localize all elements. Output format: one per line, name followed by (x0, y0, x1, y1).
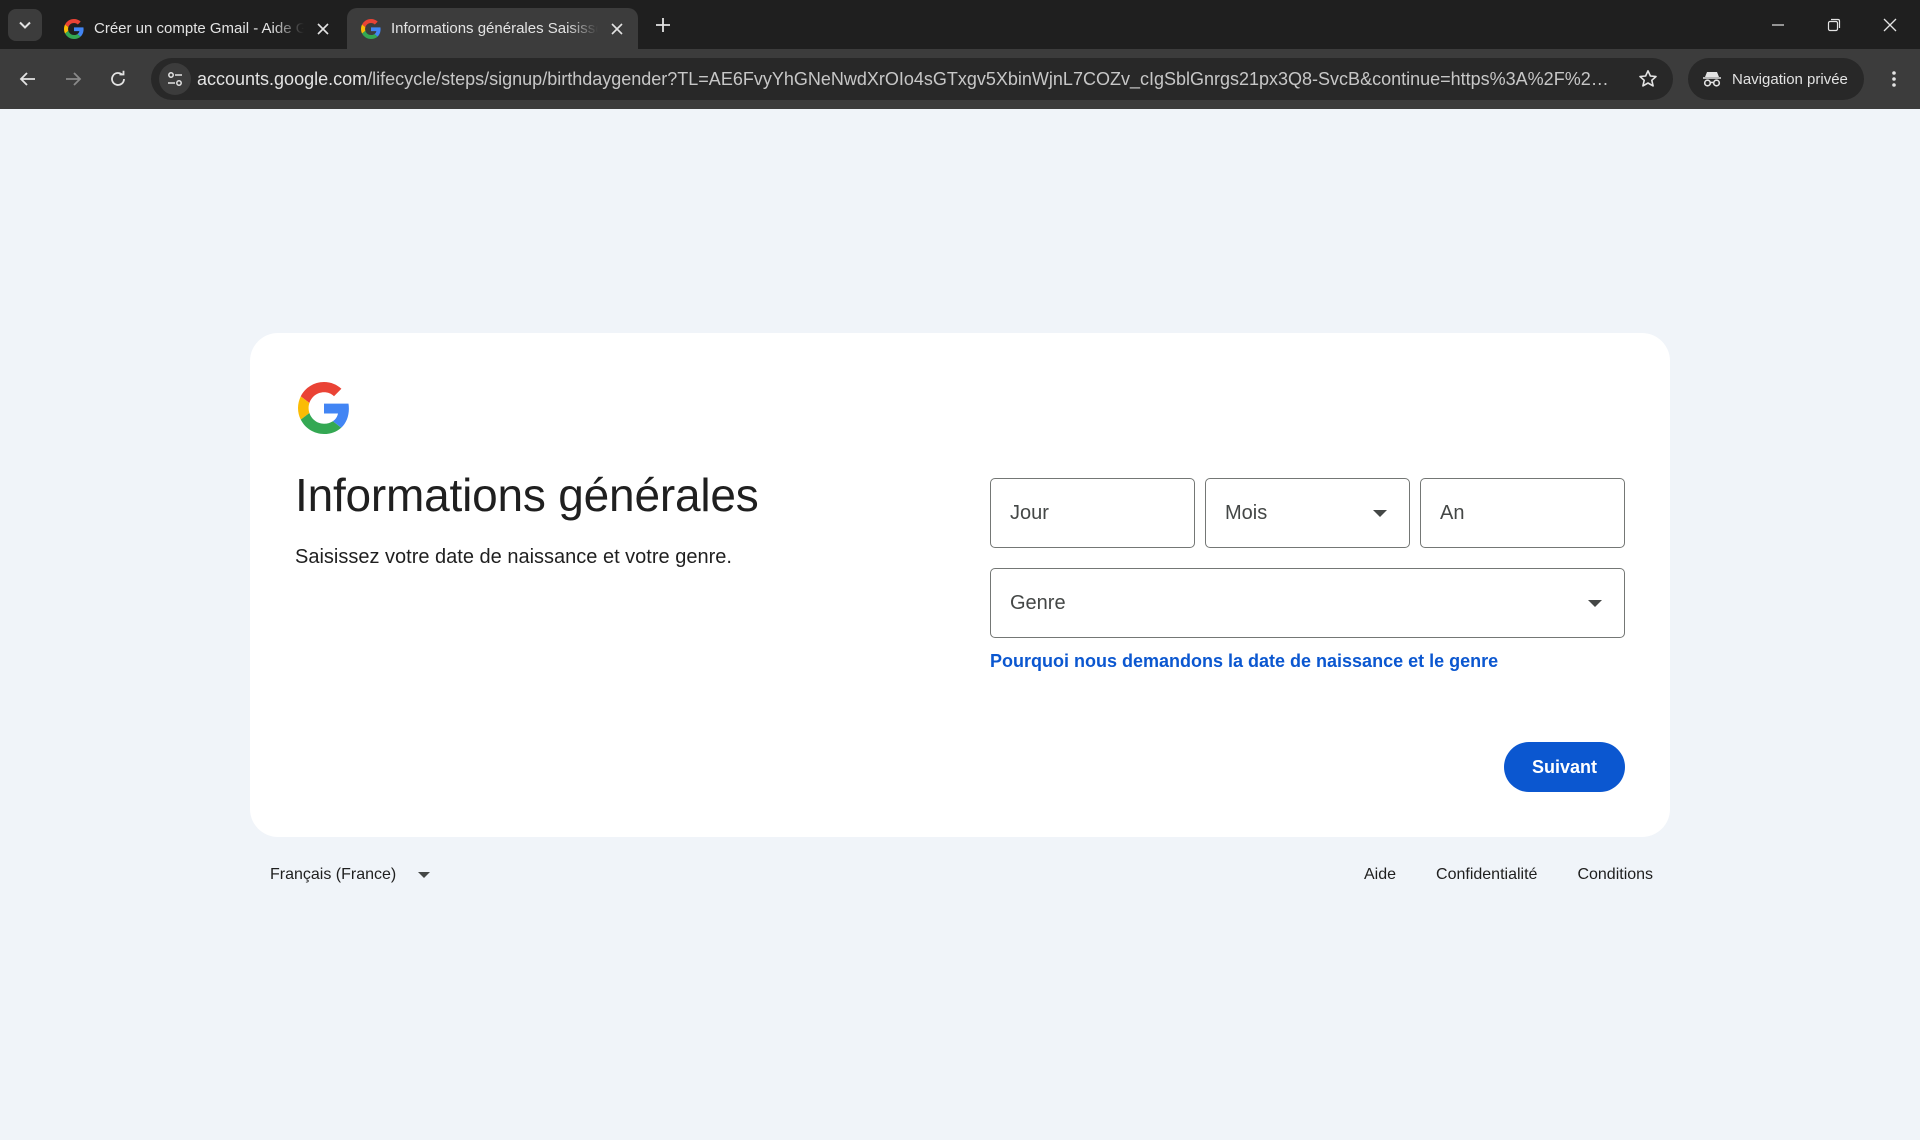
address-bar[interactable]: accounts.google.com/lifecycle/steps/sign… (151, 58, 1673, 100)
chevron-down-icon (19, 21, 31, 29)
reload-icon (111, 70, 125, 86)
forward-button[interactable] (57, 63, 89, 95)
tab-search-button[interactable] (8, 9, 42, 41)
language-label: Français (France) (270, 866, 397, 883)
browser-tab-bar: Créer un compte Gmail - Aide Gmail Infor… (0, 0, 1920, 49)
star-icon (1639, 70, 1657, 87)
dropdown-arrow-icon (1373, 510, 1387, 517)
close-tab-button[interactable] (312, 18, 334, 40)
back-button[interactable] (12, 63, 44, 95)
page-title: Informations générales (295, 469, 759, 521)
back-arrow-icon (19, 72, 35, 86)
tab-birthday-gender[interactable]: Informations générales Saisissez votre d… (347, 8, 638, 49)
google-logo-icon (298, 382, 349, 434)
restore-icon (1827, 18, 1841, 31)
tab-gmail-help[interactable]: Créer un compte Gmail - Aide Gmail (50, 8, 344, 49)
tab-title: Informations générales Saisissez votre d… (391, 20, 598, 37)
footer-links: Aide Confidentialité Conditions (1364, 866, 1693, 884)
month-select[interactable]: Mois (1205, 478, 1410, 548)
url-path: /lifecycle/steps/signup/birthdaygender?T… (367, 69, 1609, 89)
year-input[interactable]: An (1420, 478, 1625, 548)
site-settings-icon (168, 72, 182, 86)
signup-card: Informations générales Saisissez votre d… (250, 333, 1670, 837)
month-label: Mois (1225, 501, 1268, 524)
restore-button[interactable] (1806, 0, 1862, 49)
browser-toolbar: accounts.google.com/lifecycle/steps/sign… (0, 49, 1920, 109)
close-tab-button[interactable] (606, 18, 628, 40)
close-window-button[interactable] (1862, 0, 1918, 49)
url-text[interactable]: accounts.google.com/lifecycle/steps/sign… (197, 58, 1609, 100)
reload-button[interactable] (102, 63, 134, 95)
browser-menu-button[interactable] (1878, 63, 1910, 95)
dropdown-arrow-icon (1588, 600, 1602, 607)
page-subtitle: Saisissez votre date de naissance et vot… (295, 546, 732, 568)
privacy-link[interactable]: Confidentialité (1436, 866, 1537, 884)
day-input[interactable]: Jour (990, 478, 1195, 548)
site-info-button[interactable] (159, 63, 191, 95)
tab-title: Créer un compte Gmail - Aide Gmail (94, 20, 304, 37)
close-icon (611, 22, 623, 35)
year-placeholder: An (1440, 501, 1465, 524)
bookmark-button[interactable] (1635, 66, 1661, 92)
language-selector[interactable]: Français (France) (270, 866, 431, 884)
minimize-icon (1772, 23, 1784, 26)
forward-arrow-icon (66, 72, 82, 86)
google-g-icon (64, 18, 84, 39)
gender-label: Genre (1010, 591, 1066, 614)
url-host: accounts.google.com (197, 69, 368, 89)
why-birthday-gender-link[interactable]: Pourquoi nous demandons la date de naiss… (990, 651, 1498, 672)
minimize-button[interactable] (1750, 0, 1806, 49)
gender-select[interactable]: Genre (990, 568, 1625, 638)
dropdown-arrow-icon (418, 872, 431, 878)
next-button[interactable]: Suivant (1504, 742, 1625, 792)
incognito-label: Navigation privée (1732, 70, 1848, 88)
incognito-indicator[interactable]: Navigation privée (1688, 58, 1864, 100)
new-tab-button[interactable] (650, 12, 676, 38)
more-vert-icon (1892, 71, 1896, 87)
help-link[interactable]: Aide (1364, 866, 1396, 884)
google-g-icon (361, 18, 381, 39)
close-icon (317, 22, 329, 35)
close-icon (1883, 18, 1897, 31)
plus-icon (656, 18, 670, 32)
terms-link[interactable]: Conditions (1577, 866, 1653, 884)
day-placeholder: Jour (1010, 501, 1049, 524)
incognito-icon (1703, 72, 1721, 87)
